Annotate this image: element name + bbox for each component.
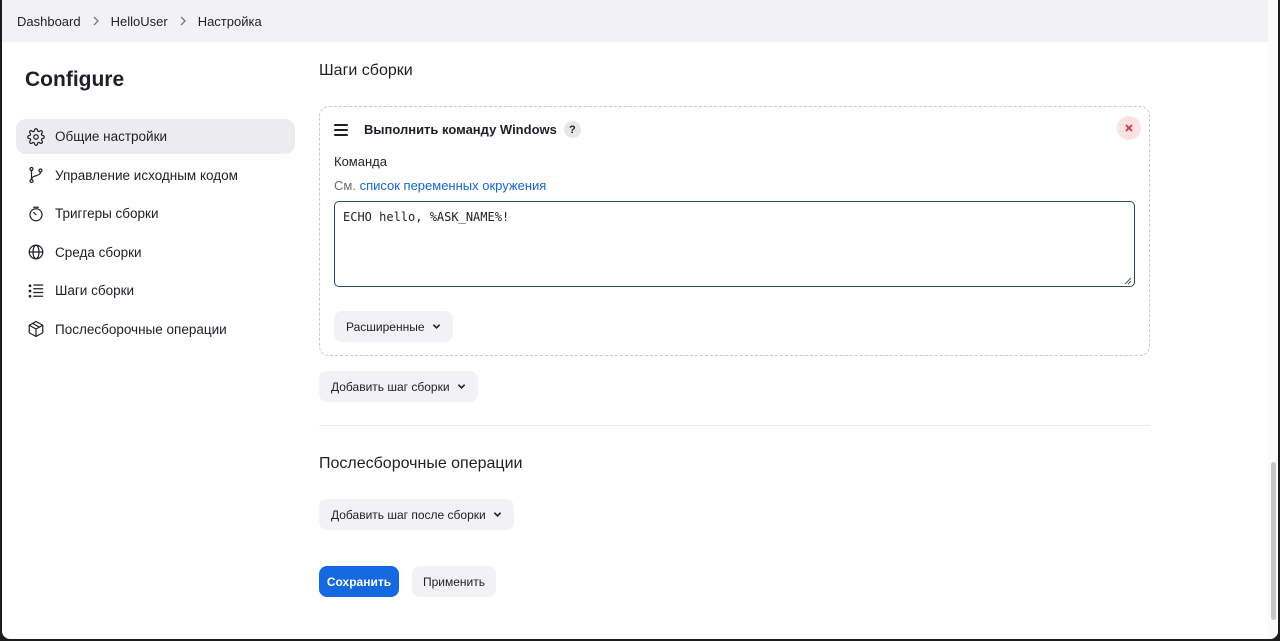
help-icon[interactable]: ? [563, 121, 581, 138]
chevron-right-icon [81, 16, 111, 26]
add-build-step-label: Добавить шаг сборки [331, 379, 450, 394]
build-step-title: Выполнить команду Windows [364, 122, 557, 137]
add-post-build-label: Добавить шаг после сборки [331, 507, 486, 522]
build-step-header: Выполнить команду Windows ? [334, 121, 581, 138]
command-textarea[interactable]: ECHO hello, %ASK_NAME%! [334, 201, 1135, 287]
advanced-button[interactable]: Расширенные [334, 311, 453, 342]
chevron-down-icon [432, 324, 440, 329]
command-label: Команда [334, 154, 387, 169]
sidebar-item-build-steps[interactable]: Шаги сборки [16, 273, 295, 308]
sidebar-item-label: Послесборочные операции [55, 321, 227, 337]
sidebar-item-label: Управление исходным кодом [55, 167, 238, 183]
sidebar-item-post-build[interactable]: Послесборочные операции [16, 312, 295, 347]
clock-icon [26, 204, 46, 224]
add-build-step-button[interactable]: Добавить шаг сборки [319, 371, 478, 402]
advanced-label: Расширенные [346, 319, 425, 334]
app-window: Dashboard HelloUser Настройка Configure … [2, 0, 1278, 639]
breadcrumb-dashboard[interactable]: Dashboard [17, 14, 81, 29]
resize-handle-icon[interactable] [1124, 277, 1132, 285]
sidebar-nav: Общие настройки Управление исходным кодо… [16, 119, 295, 350]
section-divider [319, 425, 1150, 426]
package-icon [26, 319, 46, 339]
chevron-right-icon [168, 16, 198, 26]
sidebar-item-environment[interactable]: Среда сборки [16, 235, 295, 270]
branch-icon [26, 165, 46, 185]
globe-icon [26, 242, 46, 262]
breadcrumb: Dashboard HelloUser Настройка [2, 0, 1268, 42]
gear-icon [26, 127, 46, 147]
save-button[interactable]: Сохранить [319, 566, 399, 597]
hint-prefix: См. [334, 178, 356, 193]
list-icon [26, 281, 46, 301]
sidebar-item-label: Общие настройки [55, 129, 168, 144]
post-build-title: Послесборочные операции [319, 455, 523, 472]
sidebar-item-label: Среда сборки [55, 244, 142, 260]
add-post-build-step-button[interactable]: Добавить шаг после сборки [319, 499, 514, 530]
breadcrumb-project[interactable]: HelloUser [111, 14, 168, 29]
sidebar-item-general[interactable]: Общие настройки [16, 119, 295, 154]
breadcrumb-configure[interactable]: Настройка [198, 14, 262, 29]
sidebar-title: Configure [25, 68, 125, 91]
scrollbar-thumb[interactable] [1271, 462, 1276, 620]
chevron-down-icon [493, 512, 501, 517]
env-vars-link[interactable]: список переменных окружения [360, 178, 547, 193]
sidebar-item-scm[interactable]: Управление исходным кодом [16, 158, 295, 193]
chevron-down-icon [457, 384, 465, 389]
drag-handle-icon[interactable] [334, 123, 348, 136]
delete-step-button[interactable] [1117, 116, 1141, 140]
sidebar-item-label: Шаги сборки [55, 283, 135, 298]
sidebar-item-triggers[interactable]: Триггеры сборки [16, 196, 295, 231]
apply-button[interactable]: Применить [412, 566, 496, 597]
sidebar-item-label: Триггеры сборки [55, 206, 159, 221]
build-steps-title: Шаги сборки [319, 62, 413, 79]
command-hint: См. список переменных окружения [334, 178, 546, 193]
build-step-card: Выполнить команду Windows ? Команда См. … [319, 106, 1150, 356]
close-icon [1125, 124, 1133, 132]
